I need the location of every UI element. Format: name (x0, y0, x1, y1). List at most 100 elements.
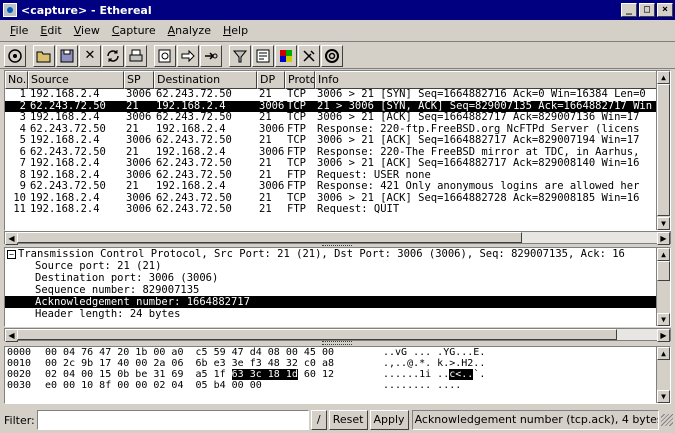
hscroll-thumb[interactable] (17, 329, 617, 340)
scroll-thumb[interactable] (657, 84, 670, 216)
scroll-down-arrow[interactable]: ▼ (657, 217, 670, 230)
toolbar: ✕ (0, 43, 675, 69)
scroll-down-arrow[interactable]: ▼ (657, 390, 670, 403)
menu-view[interactable]: View (68, 24, 106, 37)
scroll-right-arrow[interactable]: ▶ (657, 232, 670, 245)
scroll-up-arrow[interactable]: ▲ (657, 347, 670, 360)
scroll-down-arrow[interactable]: ▼ (657, 313, 670, 326)
maximize-button[interactable]: □ (639, 3, 655, 17)
hscroll-thumb[interactable] (17, 232, 522, 243)
cell-protocol: TCP (287, 89, 306, 100)
tree-field[interactable]: Sequence number: 829007135 (5, 284, 670, 296)
coloring-icon[interactable] (275, 44, 297, 67)
cell-no: 10 (13, 192, 26, 204)
title-bar: <capture> - Ethereal _ □ × (0, 0, 675, 20)
go-to-packet-icon[interactable] (200, 44, 222, 67)
hex-ascii[interactable]: ........ .... (383, 380, 461, 391)
hex-bytes[interactable]: 02 04 00 15 0b be 31 69 a5 1f 63 3c 18 1… (45, 369, 383, 380)
cell-source: 192.168.2.4 (30, 135, 100, 146)
cell-destination-port: 21 (259, 192, 272, 204)
packet-row[interactable]: 4 62.243.72.50 21 192.168.2.4 3006 FTP Respons… (5, 124, 670, 136)
packet-row[interactable]: 2 62.243.72.50 21 192.168.2.4 3006 TCP 21 > 30… (5, 100, 670, 112)
packet-list[interactable]: No. Source SP Destination DP Protocol In… (4, 70, 671, 231)
packet-row[interactable]: 9 62.243.72.50 21 192.168.2.4 3006 FTP Respons… (5, 181, 670, 193)
save-icon[interactable] (56, 44, 78, 67)
tree-field[interactable]: Acknowledgement number: 1664882717 (5, 296, 670, 308)
packet-list-scrollbar[interactable]: ▲ ▼ (656, 71, 670, 230)
reset-button[interactable]: Reset (328, 410, 368, 430)
scroll-up-arrow[interactable]: ▲ (657, 71, 670, 84)
scroll-thumb[interactable] (657, 261, 670, 281)
packet-row[interactable]: 10 192.168.2.4 3006 62.243.72.50 21 TCP 3006 >… (5, 193, 670, 205)
hex-ascii[interactable]: ..vG ... .YG...E. (383, 347, 485, 358)
print-icon[interactable] (125, 44, 147, 67)
cell-destination: 192.168.2.4 (156, 181, 226, 192)
hex-row: 0020 02 04 00 15 0b be 31 69 a5 1f 63 3c… (5, 369, 670, 380)
packet-row[interactable]: 6 62.243.72.50 21 192.168.2.4 3006 FTP Respons… (5, 147, 670, 159)
details-scrollbar[interactable]: ▲ ▼ (656, 248, 670, 326)
column-header-info[interactable]: Info (315, 71, 670, 89)
hex-bytes[interactable]: 00 2c 9b 17 40 00 2a 06 6b e3 3e f3 48 3… (45, 358, 383, 369)
hex-scrollbar[interactable]: ▲ ▼ (656, 347, 670, 403)
capture-filter-icon[interactable] (229, 44, 251, 67)
scroll-right-arrow[interactable]: ▶ (657, 329, 670, 342)
hex-ascii-highlight: c<.. (449, 369, 474, 380)
packet-row[interactable]: 1 192.168.2.4 3006 62.243.72.50 21 TCP 3006 > … (5, 89, 670, 101)
pane-splitter[interactable] (322, 242, 352, 246)
tree-node-tcp[interactable]: − Transmission Control Protocol, Src Port… (5, 248, 670, 260)
capture-icon[interactable] (4, 44, 26, 67)
menu-edit[interactable]: Edit (34, 24, 67, 37)
menu-file[interactable]: File (4, 24, 34, 37)
column-header-destination-port[interactable]: DP (257, 71, 285, 89)
tree-field[interactable]: Source port: 21 (21) (5, 260, 670, 272)
packet-row[interactable]: 11 192.168.2.4 3006 62.243.72.50 21 FTP Reques… (5, 204, 670, 216)
go-forward-icon[interactable] (177, 44, 199, 67)
minimize-button[interactable]: _ (621, 3, 637, 17)
details-hscrollbar[interactable]: ◀ ▶ (4, 328, 671, 342)
resize-grip-icon[interactable] (661, 414, 673, 426)
display-filter-icon[interactable] (252, 44, 274, 67)
preferences-icon[interactable] (298, 44, 320, 67)
hex-bytes[interactable]: e0 00 10 8f 00 00 02 04 05 b4 00 00 (45, 380, 383, 391)
cell-source-port: 21 (126, 100, 139, 112)
collapse-icon[interactable]: − (7, 249, 16, 259)
hex-row: 0000 00 04 76 47 20 1b 00 a0 c5 59 47 d4… (5, 347, 670, 358)
column-header-no[interactable]: No. (5, 71, 28, 89)
cell-info: 3006 > 21 [ACK] Seq=1664882717 Ack=82900… (317, 135, 640, 146)
hex-bytes-post: 60 12 (297, 369, 334, 380)
find-icon[interactable] (154, 44, 176, 67)
column-header-protocol[interactable]: Protocol (285, 71, 315, 89)
reload-icon[interactable] (102, 44, 124, 67)
cell-source-port: 3006 (126, 112, 152, 123)
menu-analyze[interactable]: Analyze (162, 24, 217, 37)
column-header-source-port[interactable]: SP (124, 71, 154, 89)
pane-splitter[interactable] (322, 341, 352, 345)
hex-bytes[interactable]: 00 04 76 47 20 1b 00 a0 c5 59 47 d4 08 0… (45, 347, 383, 358)
cell-protocol: FTP (287, 123, 306, 135)
filter-label: Filter: (4, 413, 35, 427)
filter-expression-button[interactable]: / (310, 410, 327, 430)
packet-list-header: No. Source SP Destination DP Protocol In… (5, 71, 670, 89)
hex-dump-pane[interactable]: 0000 00 04 76 47 20 1b 00 a0 c5 59 47 d4… (4, 346, 671, 404)
packet-row[interactable]: 8 192.168.2.4 3006 62.243.72.50 21 FTP Request… (5, 170, 670, 182)
packet-details-tree[interactable]: − Transmission Control Protocol, Src Port… (4, 247, 671, 327)
hex-offset: 0000 (7, 347, 32, 358)
column-header-source[interactable]: Source (28, 71, 124, 89)
filter-input[interactable] (36, 410, 309, 430)
close-window-button[interactable]: × (657, 3, 673, 17)
packet-row[interactable]: 7 192.168.2.4 3006 62.243.72.50 21 TCP 3006 > … (5, 158, 670, 170)
help-icon[interactable] (321, 44, 343, 67)
menu-help[interactable]: Help (217, 24, 254, 37)
hex-ascii[interactable]: .,..@.*. k.>.H2.. (383, 358, 485, 369)
tree-field[interactable]: Header length: 24 bytes (5, 308, 670, 320)
scroll-up-arrow[interactable]: ▲ (657, 248, 670, 261)
tree-field[interactable]: Destination port: 3006 (3006) (5, 272, 670, 284)
apply-button[interactable]: Apply (369, 410, 409, 430)
packet-row[interactable]: 5 192.168.2.4 3006 62.243.72.50 21 TCP 3006 > … (5, 135, 670, 147)
packet-row[interactable]: 3 192.168.2.4 3006 62.243.72.50 21 TCP 3006 > … (5, 112, 670, 124)
open-icon[interactable] (33, 44, 55, 67)
hex-ascii[interactable]: ......1i ..c<..`. (383, 369, 485, 380)
menu-capture[interactable]: Capture (106, 24, 162, 37)
close-icon[interactable]: ✕ (79, 44, 101, 67)
column-header-destination[interactable]: Destination (154, 71, 257, 89)
